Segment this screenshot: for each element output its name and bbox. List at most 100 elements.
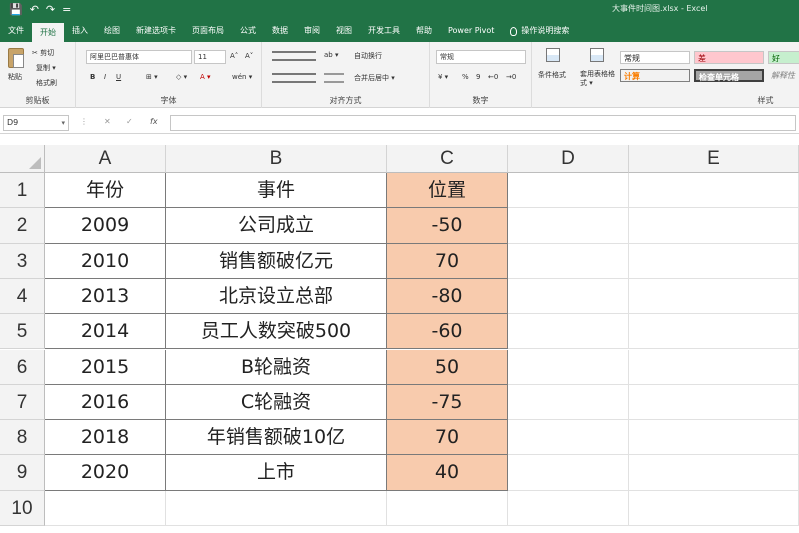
name-box[interactable]: D9 ▾ [3,115,69,131]
currency-button[interactable]: ¥ ▾ [438,73,448,81]
style-calculation[interactable]: 计算 [620,69,690,82]
tab-review[interactable]: 审阅 [296,20,328,42]
percent-button[interactable]: % [462,73,469,81]
font-size-select[interactable]: 11 [194,50,226,64]
cell-b4[interactable]: 北京设立总部 [166,278,387,315]
font-color-button[interactable]: A ▾ [200,73,211,81]
cell-d7[interactable] [508,384,629,421]
tell-me-search[interactable]: 操作说明搜索 [502,20,577,42]
tab-formulas[interactable]: 公式 [232,20,264,42]
cell-a6[interactable]: 2015 [45,349,166,385]
cell-e9[interactable] [629,455,799,491]
style-check-cell[interactable]: 检查单元格 [694,69,764,82]
cell-e5[interactable] [629,314,799,350]
worksheet-grid[interactable]: A B C D E 1 年份 事件 位置 2 2009 公司成立 -50 3 2010 销售额破亿元 70 4 20… [0,145,799,533]
merge-center-button[interactable]: 合并后居中 ▾ [354,73,395,83]
cell-b5[interactable]: 员工人数突破500 [166,314,387,350]
cell-a9[interactable]: 2020 [45,455,166,491]
cell-b1[interactable]: 事件 [166,173,387,209]
cell-a3[interactable]: 2010 [45,243,166,279]
cell-d10[interactable] [508,490,629,526]
conditional-format-icon[interactable] [546,48,560,62]
tab-new[interactable]: 新建选项卡 [128,20,184,42]
cell-e2[interactable] [629,208,799,244]
cell-e1[interactable] [629,173,799,209]
table-format-button[interactable]: 套用表格格式 ▾ [580,70,616,88]
fill-color-button[interactable]: ◇ ▾ [176,73,187,81]
cell-e4[interactable] [629,278,799,315]
tab-insert[interactable]: 插入 [64,20,96,42]
cell-d9[interactable] [508,455,629,491]
column-header-b[interactable]: B [166,145,387,173]
row-header-5[interactable]: 5 [0,314,45,350]
font-shrink-button[interactable]: A˅ [245,52,253,60]
paste-icon[interactable] [8,48,24,68]
tab-power-pivot[interactable]: Power Pivot [440,20,502,42]
cell-e10[interactable] [629,490,799,526]
horizontal-align-icon[interactable] [272,73,316,83]
tab-view[interactable]: 视图 [328,20,360,42]
cell-c4[interactable]: -80 [387,278,508,315]
cell-c2[interactable]: -50 [387,208,508,244]
row-header-4[interactable]: 4 [0,278,45,315]
cell-a2[interactable]: 2009 [45,208,166,244]
cell-e7[interactable] [629,384,799,421]
cell-b3[interactable]: 销售额破亿元 [166,243,387,279]
save-icon[interactable]: 💾 [9,3,23,17]
orientation-button[interactable]: ab ▾ [324,51,338,59]
cell-b7[interactable]: C轮融资 [166,384,387,421]
cell-c8[interactable]: 70 [387,420,508,456]
comma-button[interactable]: 9 [476,73,480,81]
cell-c5[interactable]: -60 [387,314,508,350]
cell-c7[interactable]: -75 [387,384,508,421]
cell-b8[interactable]: 年销售额破10亿 [166,420,387,456]
row-header-7[interactable]: 7 [0,384,45,421]
vertical-align-icon[interactable] [272,51,316,61]
cell-a4[interactable]: 2013 [45,278,166,315]
formula-input[interactable] [170,115,796,131]
style-normal[interactable]: 常规 [620,51,690,64]
select-all-corner[interactable] [0,145,45,173]
cell-b6[interactable]: B轮融资 [166,349,387,385]
row-header-10[interactable]: 10 [0,490,45,526]
cell-a5[interactable]: 2014 [45,314,166,350]
underline-button[interactable]: U [116,73,121,81]
cell-a8[interactable]: 2018 [45,420,166,456]
cancel-icon[interactable]: ✕ [104,117,111,126]
paste-button[interactable]: 粘贴 [8,72,22,82]
cell-d6[interactable] [508,349,629,385]
copy-button[interactable]: 复制 ▾ [36,63,56,73]
style-good[interactable]: 好 [768,51,799,64]
tab-file[interactable]: 文件 [0,20,32,42]
italic-button[interactable]: I [104,73,106,81]
cell-c9[interactable]: 40 [387,455,508,491]
row-header-2[interactable]: 2 [0,208,45,244]
cell-a10[interactable] [45,490,166,526]
row-header-8[interactable]: 8 [0,420,45,456]
row-header-3[interactable]: 3 [0,243,45,279]
increase-decimal-button[interactable]: ←0 [488,73,498,81]
cell-b2[interactable]: 公司成立 [166,208,387,244]
border-button[interactable]: ⊞ ▾ [146,73,158,81]
tab-help[interactable]: 帮助 [408,20,440,42]
redo-icon[interactable]: ↷ [46,3,55,17]
tab-data[interactable]: 数据 [264,20,296,42]
cell-a1[interactable]: 年份 [45,173,166,209]
column-header-e[interactable]: E [629,145,799,173]
indent-icon[interactable] [324,73,344,83]
tab-developer[interactable]: 开发工具 [360,20,408,42]
insert-function-icon[interactable]: fx [150,117,158,126]
cell-c6[interactable]: 50 [387,349,508,385]
cell-e3[interactable] [629,243,799,279]
table-format-icon[interactable] [590,48,604,62]
customize-qat-icon[interactable]: = [62,3,71,17]
cell-a7[interactable]: 2016 [45,384,166,421]
cell-d1[interactable] [508,173,629,209]
cell-c3[interactable]: 70 [387,243,508,279]
cell-c10[interactable] [387,490,508,526]
number-format-select[interactable]: 常规 [436,50,526,64]
cell-c1[interactable]: 位置 [387,173,508,209]
bold-button[interactable]: B [90,73,95,81]
column-header-a[interactable]: A [45,145,166,173]
row-header-6[interactable]: 6 [0,349,45,385]
